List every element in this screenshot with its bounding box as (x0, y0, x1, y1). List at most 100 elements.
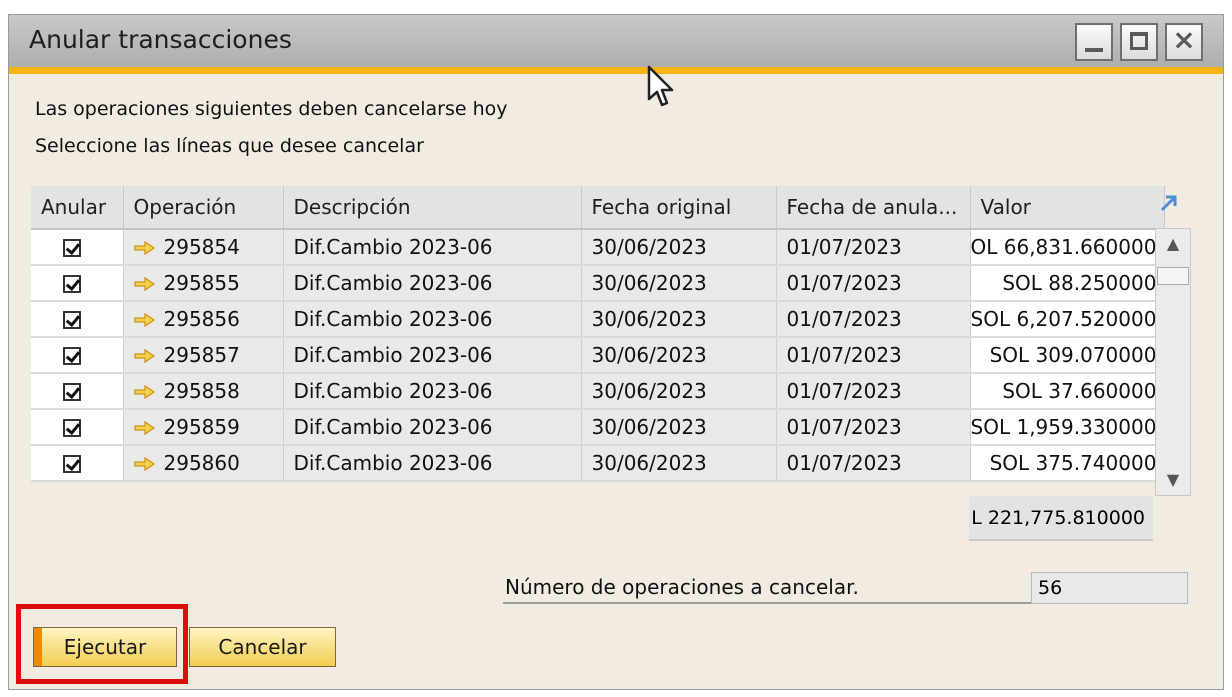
valor-cell: SOL 6,207.520000 (970, 301, 1166, 338)
operacion-number: 295859 (163, 415, 240, 439)
column-header-fecha-anulacion[interactable]: Fecha de anula... (776, 186, 971, 230)
operacion-cell[interactable]: 295855 (123, 265, 284, 302)
fecha-original-cell: 30/06/2023 (581, 337, 777, 374)
descripcion-cell: Dif.Cambio 2023-06 (283, 337, 582, 374)
table-row[interactable]: 295859 Dif.Cambio 2023-06 30/06/2023 01/07/… (31, 409, 1166, 446)
arrow-right-icon[interactable] (133, 421, 156, 435)
count-field: 56 (1031, 572, 1188, 604)
row-checkbox[interactable] (63, 311, 81, 329)
fecha-original-cell: 30/06/2023 (581, 229, 777, 266)
operacion-number: 295858 (163, 379, 240, 403)
operacion-number: 295856 (163, 307, 240, 331)
valor-text: SOL 37.660000 (1002, 379, 1157, 403)
arrow-right-icon[interactable] (133, 313, 156, 327)
anular-cell[interactable] (31, 445, 124, 482)
column-header-operacion[interactable]: Operación (123, 186, 284, 230)
operacion-number: 295860 (163, 451, 240, 475)
valor-cell: SOL 37.660000 (970, 373, 1166, 410)
row-checkbox[interactable] (63, 455, 81, 473)
descripcion-cell: Dif.Cambio 2023-06 (283, 229, 582, 266)
title-bar[interactable]: Anular transacciones × (9, 15, 1223, 67)
valor-cell: SOL 1,959.330000 (970, 409, 1166, 446)
anular-cell[interactable] (31, 229, 124, 266)
anular-cell[interactable] (31, 373, 124, 410)
operacion-cell[interactable]: 295856 (123, 301, 284, 338)
instruction-message: Seleccione las líneas que desee cancelar (35, 135, 424, 157)
valor-text: OL 66,831.660000 (970, 235, 1157, 259)
arrow-right-icon[interactable] (133, 457, 156, 471)
row-checkbox[interactable] (63, 347, 81, 365)
table-row[interactable]: 295860 Dif.Cambio 2023-06 30/06/2023 01/07/… (31, 445, 1166, 482)
operacion-number: 295855 (163, 271, 240, 295)
operacion-cell[interactable]: 295857 (123, 337, 284, 374)
table-row[interactable]: 295857 Dif.Cambio 2023-06 30/06/2023 01/07/… (31, 337, 1166, 374)
scroll-down-icon[interactable]: ▼ (1156, 465, 1190, 495)
fecha-anulacion-cell: 01/07/2023 (776, 409, 971, 446)
window-title: Anular transacciones (29, 25, 292, 54)
operacion-cell[interactable]: 295854 (123, 229, 284, 266)
table-row[interactable]: 295854 Dif.Cambio 2023-06 30/06/2023 01/07/… (31, 229, 1166, 266)
descripcion-cell: Dif.Cambio 2023-06 (283, 409, 582, 446)
table-header: Anular Operación Descripción Fecha origi… (31, 186, 1166, 230)
arrow-right-icon[interactable] (133, 277, 156, 291)
arrow-right-icon[interactable] (133, 241, 156, 255)
descripcion-cell: Dif.Cambio 2023-06 (283, 265, 582, 302)
cancel-button-label: Cancelar (218, 635, 307, 659)
valor-cell: OL 66,831.660000 (970, 229, 1166, 266)
operacion-number: 295857 (163, 343, 240, 367)
valor-text: SOL 88.250000 (1002, 271, 1157, 295)
arrow-right-icon[interactable] (133, 385, 156, 399)
table-row[interactable]: 295858 Dif.Cambio 2023-06 30/06/2023 01/07/… (31, 373, 1166, 410)
descripcion-cell: Dif.Cambio 2023-06 (283, 373, 582, 410)
valor-text: SOL 375.740000 (989, 451, 1157, 475)
arrow-right-icon[interactable] (133, 349, 156, 363)
fecha-anulacion-cell: 01/07/2023 (776, 301, 971, 338)
anular-transacciones-window: Anular transacciones × Las operaciones s… (8, 14, 1224, 690)
anular-cell[interactable] (31, 409, 124, 446)
valor-cell: SOL 88.250000 (970, 265, 1166, 302)
anular-cell[interactable] (31, 337, 124, 374)
table-scrollbar[interactable]: ▲ ▼ (1155, 228, 1191, 496)
close-icon: × (1172, 23, 1196, 56)
column-header-valor[interactable]: Valor (970, 186, 1166, 230)
fecha-original-cell: 30/06/2023 (581, 301, 777, 338)
row-checkbox[interactable] (63, 419, 81, 437)
minimize-button[interactable] (1075, 23, 1113, 61)
fecha-anulacion-cell: 01/07/2023 (776, 229, 971, 266)
table-row[interactable]: 295855 Dif.Cambio 2023-06 30/06/2023 01/07/… (31, 265, 1166, 302)
fecha-original-cell: 30/06/2023 (581, 409, 777, 446)
row-checkbox[interactable] (63, 383, 81, 401)
valor-cell: SOL 375.740000 (970, 445, 1166, 482)
operacion-cell[interactable]: 295860 (123, 445, 284, 482)
valor-text: SOL 309.070000 (989, 343, 1157, 367)
info-message: Las operaciones siguientes deben cancela… (35, 98, 508, 120)
maximize-button[interactable] (1120, 23, 1158, 61)
maximize-icon (1130, 32, 1148, 50)
column-header-descripcion[interactable]: Descripción (283, 186, 582, 230)
expand-table-icon[interactable] (1157, 191, 1181, 215)
fecha-original-cell: 30/06/2023 (581, 265, 777, 302)
column-header-fecha-original[interactable]: Fecha original (581, 186, 777, 230)
operacion-cell[interactable]: 295859 (123, 409, 284, 446)
cancel-button[interactable]: Cancelar (189, 627, 336, 667)
anular-cell[interactable] (31, 301, 124, 338)
fecha-original-cell: 30/06/2023 (581, 445, 777, 482)
row-checkbox[interactable] (63, 239, 81, 257)
fecha-original-cell: 30/06/2023 (581, 373, 777, 410)
scroll-up-icon[interactable]: ▲ (1156, 229, 1190, 259)
scroll-thumb[interactable] (1157, 267, 1189, 285)
operacion-cell[interactable]: 295858 (123, 373, 284, 410)
fecha-anulacion-cell: 01/07/2023 (776, 445, 971, 482)
close-button[interactable]: × (1165, 23, 1203, 61)
fecha-anulacion-cell: 01/07/2023 (776, 337, 971, 374)
table-row[interactable]: 295856 Dif.Cambio 2023-06 30/06/2023 01/07/… (31, 301, 1166, 338)
column-header-anular[interactable]: Anular (31, 186, 124, 230)
total-value: L 221,775.810000 (969, 496, 1153, 541)
count-underline (503, 602, 1033, 604)
execute-highlight-box (16, 604, 188, 684)
row-checkbox[interactable] (63, 275, 81, 293)
operacion-number: 295854 (163, 235, 240, 259)
fecha-anulacion-cell: 01/07/2023 (776, 373, 971, 410)
anular-cell[interactable] (31, 265, 124, 302)
valor-cell: SOL 309.070000 (970, 337, 1166, 374)
